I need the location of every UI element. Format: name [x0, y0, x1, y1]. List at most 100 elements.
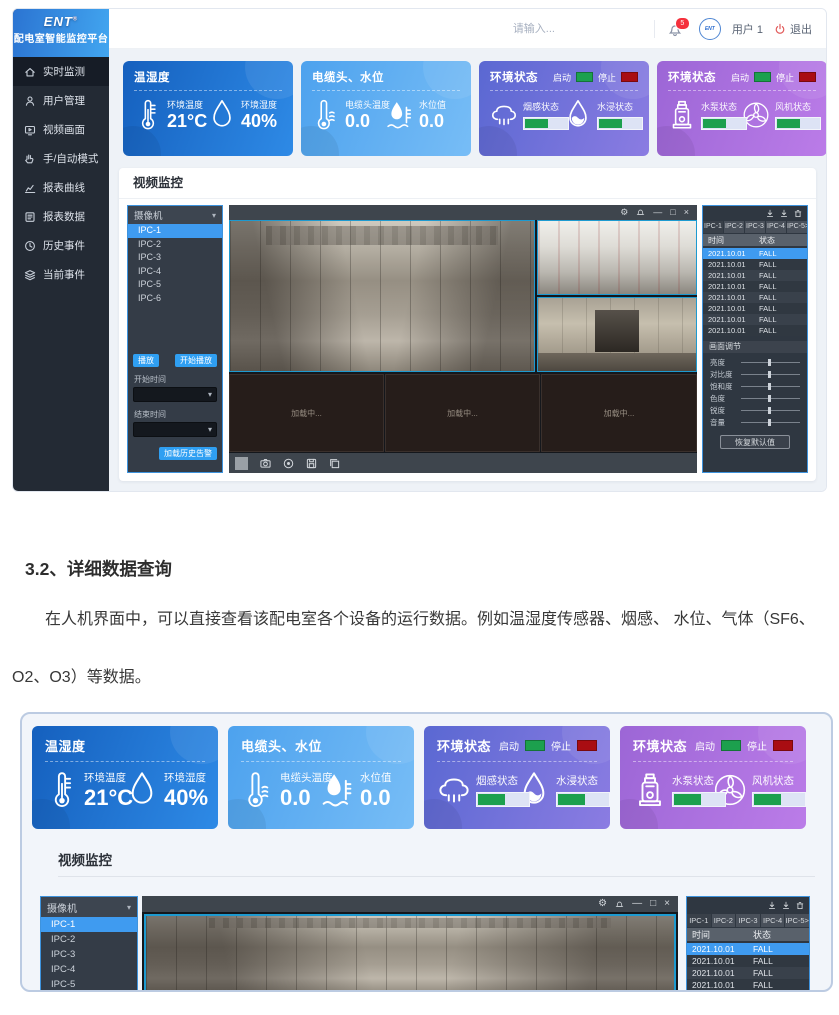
camera-list-item[interactable]: IPC-1: [128, 224, 222, 238]
alarm-tab[interactable]: IPC-3: [736, 914, 760, 927]
maximize-icon[interactable]: □: [670, 205, 675, 220]
alarm-bell-icon[interactable]: [636, 208, 645, 217]
sidebar-item-report-curves[interactable]: 报表曲线: [13, 173, 109, 202]
export-icon[interactable]: [780, 209, 788, 218]
camera-list-item[interactable]: IPC-4: [128, 265, 222, 279]
adjust-slider-row: 锐度: [703, 404, 807, 416]
camera-list-item[interactable]: IPC-6: [128, 292, 222, 306]
camera-list-item[interactable]: IPC-5: [128, 278, 222, 292]
copy-icon[interactable]: [329, 458, 340, 469]
slider-track[interactable]: [741, 362, 800, 363]
alarm-table-row[interactable]: 2021.10.01 FALL: [703, 303, 807, 314]
alarm-table-row[interactable]: 2021.10.01 FALL: [687, 943, 809, 955]
start-playback-button[interactable]: 开始播放: [175, 354, 217, 367]
sidebar-item-realtime[interactable]: 实时监测: [13, 57, 109, 86]
metric-cable-temp: 电缆头温度0.0: [241, 770, 321, 810]
slider-track[interactable]: [741, 386, 800, 387]
search-input[interactable]: [511, 22, 657, 36]
avatar[interactable]: ENT: [699, 18, 721, 40]
restore-defaults-button[interactable]: 恢复默认值: [720, 435, 790, 449]
save-icon[interactable]: [306, 458, 317, 469]
maximize-icon[interactable]: □: [650, 896, 656, 912]
camera-list-item[interactable]: IPC-5: [41, 977, 137, 992]
slider-thumb[interactable]: [768, 383, 771, 390]
camera-list-item[interactable]: IPC-4: [41, 962, 137, 977]
export-icon[interactable]: [768, 901, 776, 910]
alarm-bell-icon[interactable]: [615, 900, 624, 909]
alarm-tab[interactable]: IPC-5>: [787, 221, 807, 233]
alarm-tab[interactable]: IPC-4: [761, 914, 785, 927]
alarm-table-row[interactable]: 2021.10.01 FALL: [703, 314, 807, 325]
alarm-tab[interactable]: IPC-3: [745, 221, 765, 233]
export-icon[interactable]: [766, 209, 774, 218]
alarm-table-row[interactable]: 2021.10.01 FALL: [687, 955, 809, 967]
document-page: ENT® 配电室智能监控平台 实时监测 用户管理 视频画面 手: [0, 0, 839, 1015]
minimize-icon[interactable]: —: [632, 896, 642, 912]
export-icon[interactable]: [782, 901, 790, 910]
record-icon[interactable]: [283, 458, 294, 469]
alarm-table-row[interactable]: 2021.10.01 FALL: [703, 259, 807, 270]
end-time-select[interactable]: ▾: [133, 422, 217, 437]
card-cable-water: 电缆头、水位 电缆头温度0.0 水位值0.0: [228, 726, 414, 829]
slider-track[interactable]: [741, 410, 800, 411]
layout-grid-icon[interactable]: [235, 457, 248, 470]
close-icon[interactable]: ×: [664, 896, 670, 912]
slider-thumb[interactable]: [768, 407, 771, 414]
alarm-table-row[interactable]: 2021.10.01 FALL: [703, 292, 807, 303]
sidebar-item-current-events[interactable]: 当前事件: [13, 260, 109, 289]
sidebar-item-history-events[interactable]: 历史事件: [13, 231, 109, 260]
snapshot-camera-icon[interactable]: [260, 458, 271, 469]
alarm-tab[interactable]: IPC-1: [703, 221, 723, 233]
sidebar-item-video[interactable]: 视频画面: [13, 115, 109, 144]
load-history-button[interactable]: 加载历史告警: [159, 447, 217, 460]
video-cell-loading[interactable]: 加载中...: [229, 374, 384, 452]
camera-list-item[interactable]: IPC-2: [128, 238, 222, 252]
alarm-tab[interactable]: IPC-4: [766, 221, 786, 233]
logout-button[interactable]: 退出: [774, 21, 812, 37]
video-cell-main[interactable]: [229, 220, 535, 372]
slider-thumb[interactable]: [768, 395, 771, 402]
slider-track[interactable]: [741, 422, 800, 423]
video-cell-loading[interactable]: 加载中...: [541, 374, 697, 452]
sidebar-item-report-data[interactable]: 报表数据: [13, 202, 109, 231]
minimize-icon[interactable]: —: [653, 205, 662, 220]
slider-track[interactable]: [741, 398, 800, 399]
trash-icon[interactable]: [794, 209, 802, 218]
video-cell-main[interactable]: [144, 914, 676, 992]
video-cell-top-right[interactable]: [537, 220, 697, 295]
notification-bell[interactable]: 5: [666, 21, 688, 37]
camera-list-item[interactable]: IPC-3: [41, 947, 137, 962]
alarm-table-row[interactable]: 2021.10.01 FALL: [703, 248, 807, 259]
slider-thumb[interactable]: [768, 371, 771, 378]
camera-list-item[interactable]: IPC-3: [128, 251, 222, 265]
settings-gear-icon[interactable]: ⚙: [620, 205, 628, 220]
alarm-table-row[interactable]: 2021.10.01 FALL: [687, 967, 809, 979]
alarm-tab[interactable]: IPC-2: [712, 914, 736, 927]
slider-track[interactable]: [741, 374, 800, 375]
slider-thumb[interactable]: [768, 359, 771, 366]
alarm-table-row[interactable]: 2021.10.01 FALL: [687, 991, 809, 992]
alarm-table-row[interactable]: 2021.10.01 FALL: [703, 270, 807, 281]
sidebar-item-users[interactable]: 用户管理: [13, 86, 109, 115]
settings-gear-icon[interactable]: ⚙: [598, 896, 607, 912]
video-cell-loading[interactable]: 加载中...: [385, 374, 540, 452]
trash-icon[interactable]: [796, 901, 804, 910]
play-button[interactable]: 播放: [133, 354, 159, 367]
start-time-select[interactable]: ▾: [133, 387, 217, 402]
start-swatch: [525, 740, 545, 751]
alarm-table-row[interactable]: 2021.10.01 FALL: [703, 281, 807, 292]
username-label[interactable]: 用户 1: [732, 21, 763, 37]
alarm-tab[interactable]: IPC-2: [724, 221, 744, 233]
camera-list-item[interactable]: IPC-2: [41, 932, 137, 947]
sidebar-item-manual-auto[interactable]: 手/自动模式: [13, 144, 109, 173]
camera-list-item[interactable]: IPC-1: [41, 917, 137, 932]
alarm-table-row[interactable]: 2021.10.01 FALL: [687, 979, 809, 991]
close-icon[interactable]: ×: [684, 205, 689, 220]
video-cell-bottom-right[interactable]: [537, 297, 697, 372]
alarm-table-row[interactable]: 2021.10.01 FALL: [703, 325, 807, 336]
alarm-tab[interactable]: IPC-5>: [785, 914, 809, 927]
alarm-tab[interactable]: IPC-1: [687, 914, 711, 927]
slider-thumb[interactable]: [768, 419, 771, 426]
camera-select[interactable]: 摄像机 ▾: [41, 897, 137, 917]
camera-select[interactable]: 摄像机 ▾: [128, 206, 222, 224]
